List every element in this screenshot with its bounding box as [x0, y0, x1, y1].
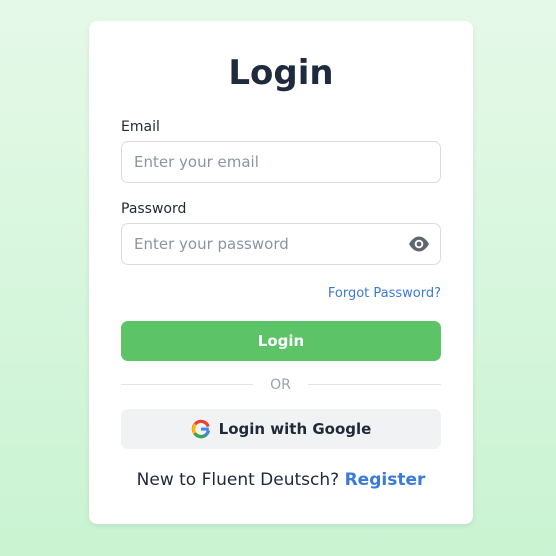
google-logo-icon: [191, 419, 211, 439]
register-line: New to Fluent Deutsch? Register: [89, 469, 473, 491]
email-label: Email: [121, 119, 160, 135]
divider-line-left: [121, 384, 253, 385]
register-link[interactable]: Register: [345, 470, 426, 490]
forgot-password-link[interactable]: Forgot Password?: [328, 286, 441, 302]
email-input[interactable]: [121, 141, 441, 183]
divider-or-text: OR: [270, 377, 291, 393]
divider-line-right: [308, 384, 441, 385]
password-input[interactable]: [121, 223, 441, 265]
eye-icon[interactable]: [407, 235, 431, 253]
password-label: Password: [121, 201, 187, 217]
login-card: Login Email Password Forgot Password? Lo…: [89, 21, 473, 524]
page-title: Login: [228, 53, 334, 93]
google-login-button[interactable]: Login with Google: [121, 409, 441, 449]
login-button[interactable]: Login: [121, 321, 441, 361]
register-prompt: New to Fluent Deutsch?: [136, 470, 340, 490]
google-button-label: Login with Google: [218, 420, 372, 438]
